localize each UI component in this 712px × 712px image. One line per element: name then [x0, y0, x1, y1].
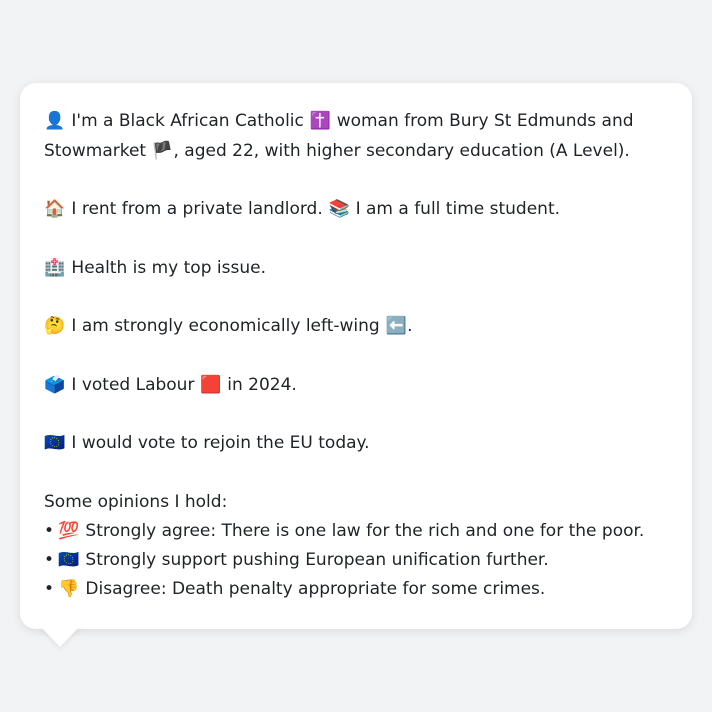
identity-text-c: , aged 22, with higher secondary educati… [173, 140, 630, 161]
books-icon: 📚 [328, 199, 350, 219]
issue-text: Health is my top issue. [71, 257, 266, 278]
vote-paragraph: 🗳️ I voted Labour 🟥 in 2024. [44, 371, 668, 401]
eu-flag-icon: 🇪🇺 [58, 549, 80, 570]
issue-paragraph: 🏥 Health is my top issue. [44, 254, 668, 284]
england-flag-icon: 🏴 [151, 140, 174, 161]
thinking-face-icon: 🤔 [44, 316, 66, 336]
bubble-tail [40, 626, 80, 647]
opinion-text: Strongly agree: There is one law for the… [85, 520, 645, 541]
hospital-icon: 🏥 [44, 257, 66, 278]
person-icon: 👤 [44, 111, 66, 131]
cross-icon: ✝️ [309, 111, 331, 131]
opinion-item: • 💯 Strongly agree: There is one law for … [44, 517, 668, 546]
eu-paragraph: 🇪🇺 I would vote to rejoin the EU today. [44, 429, 668, 459]
ballot-box-icon: 🗳️ [44, 374, 66, 395]
opinion-item: • 🇪🇺 Strongly support pushing European un… [44, 546, 668, 575]
identity-text-a: I'm a Black African Catholic [71, 111, 304, 131]
housing-text-b: I am a full time student. [355, 199, 561, 219]
vote-text-b: in 2024. [227, 374, 297, 395]
opinion-item: • 👎 Disagree: Death penalty appropriate f… [44, 575, 668, 604]
red-square-icon: 🟥 [200, 374, 222, 395]
hundred-points-icon: 💯 [58, 520, 80, 541]
left-arrow-icon: ⬅️ [385, 316, 407, 336]
housing-paragraph: 🏠 I rent from a private landlord. 📚 I am… [44, 195, 668, 225]
opinion-text: Disagree: Death penalty appropriate for … [85, 578, 546, 599]
vote-text-a: I voted Labour [71, 374, 195, 395]
housing-text-a: I rent from a private landlord. [71, 199, 323, 219]
eu-text: I would vote to rejoin the EU today. [71, 433, 370, 453]
eu-flag-icon: 🇪🇺 [44, 433, 66, 453]
thumbs-down-icon: 👎 [58, 578, 80, 599]
house-icon: 🏠 [44, 199, 66, 219]
page: 👤 I'm a Black African Catholic ✝️ woman … [0, 0, 712, 712]
bullet: • [44, 549, 55, 570]
opinions-title: Some opinions I hold: [44, 491, 228, 512]
economics-paragraph: 🤔 I am strongly economically left-wing ⬅… [44, 312, 668, 342]
opinion-text: Strongly support pushing European unific… [85, 549, 549, 570]
bullet: • [44, 578, 55, 599]
identity-paragraph: 👤 I'm a Black African Catholic ✝️ woman … [44, 107, 668, 166]
economics-text: I am strongly economically left-wing [71, 316, 380, 336]
bullet: • [44, 520, 55, 541]
message-bubble: 👤 I'm a Black African Catholic ✝️ woman … [20, 83, 692, 629]
economics-suffix: . [407, 316, 413, 336]
